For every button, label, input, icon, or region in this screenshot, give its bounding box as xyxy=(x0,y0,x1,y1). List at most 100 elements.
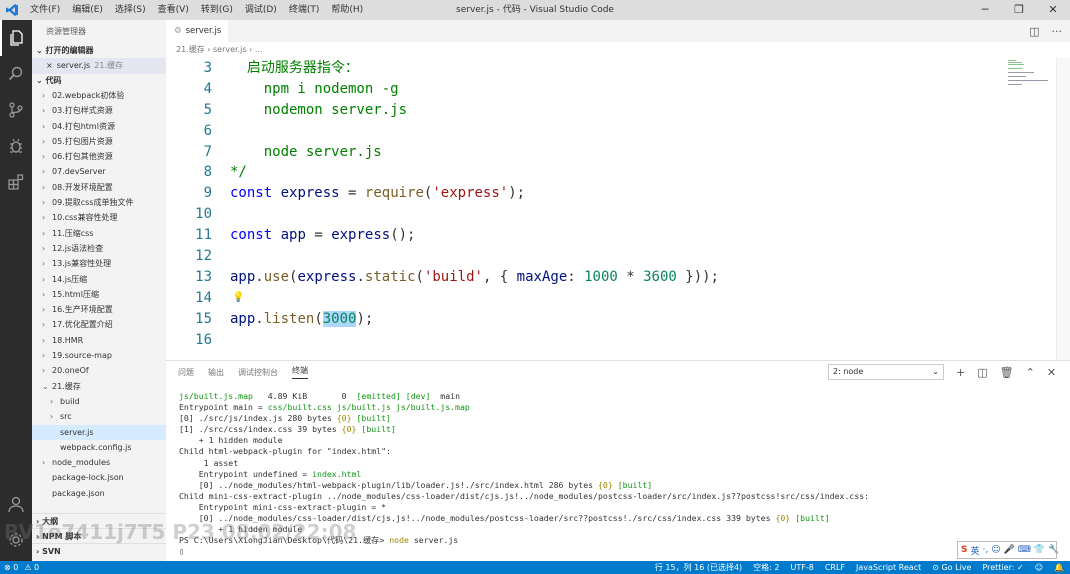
more-actions-icon[interactable]: ··· xyxy=(1052,25,1063,38)
ime-logo-icon[interactable]: S xyxy=(961,545,967,555)
ime-skin-icon[interactable]: 👕 xyxy=(1034,545,1045,555)
code-line[interactable]: 11 const app = express(); xyxy=(166,225,1006,246)
ime-tools-icon[interactable]: 🔧 xyxy=(1048,545,1059,555)
close-window-button[interactable]: ✕ xyxy=(1036,0,1070,20)
cursor-position[interactable]: 行 15，列 16 (已选择4) xyxy=(655,561,742,574)
tree-item[interactable]: › 02.webpack初体验 xyxy=(32,88,166,103)
restore-button[interactable]: ❐ xyxy=(1002,0,1036,20)
tree-item[interactable]: › 18.HMR xyxy=(32,333,166,348)
menu-terminal[interactable]: 终端(T) xyxy=(283,0,326,20)
go-live-button[interactable]: ⊙ Go Live xyxy=(932,561,971,574)
tree-item[interactable]: › 15.html压缩 xyxy=(32,287,166,302)
code-line[interactable]: 4 npm i nodemon -g xyxy=(166,79,1006,100)
tree-item[interactable]: server.js xyxy=(32,424,166,440)
code-line[interactable]: 6 xyxy=(166,121,1006,142)
tree-item[interactable]: › 11.压缩css xyxy=(32,226,166,241)
code-line[interactable]: 8 */ xyxy=(166,162,1006,183)
notifications-icon[interactable]: 🔔 xyxy=(1054,561,1064,574)
tree-item[interactable]: › 10.css兼容性处理 xyxy=(32,210,166,225)
code-editor[interactable]: 3 启动服务器指令： 4 npm i nodemon -g 5 nodemon se… xyxy=(166,58,1006,360)
tree-item[interactable]: › node_modules xyxy=(32,455,166,470)
ime-language-toggle[interactable]: 英 xyxy=(970,544,979,557)
menu-debug[interactable]: 调试(D) xyxy=(239,0,283,20)
debug-icon[interactable] xyxy=(0,128,32,164)
ime-emoji-icon[interactable]: ☺ xyxy=(991,545,1000,555)
source-control-icon[interactable] xyxy=(0,92,32,128)
npm-scripts-section[interactable]: › NPM 脚本 xyxy=(32,528,166,543)
tree-item[interactable]: › 04.打包html资源 xyxy=(32,119,166,134)
kill-terminal-icon[interactable]: 🗑 xyxy=(1000,366,1014,379)
tab-output[interactable]: 输出 xyxy=(208,367,224,378)
language-mode[interactable]: JavaScript React xyxy=(856,561,921,574)
encoding[interactable]: UTF-8 xyxy=(791,561,814,574)
ime-keyboard-icon[interactable]: ⌨ xyxy=(1018,545,1031,555)
code-line[interactable]: 15 app.listen(3000); xyxy=(166,309,1006,330)
tree-item[interactable]: package-lock.json xyxy=(32,470,166,485)
svn-section[interactable]: › SVN xyxy=(32,543,166,558)
account-icon[interactable] xyxy=(0,486,32,522)
split-terminal-icon[interactable]: ◫ xyxy=(977,366,987,379)
code-line[interactable]: 9 const express = require('express'); xyxy=(166,183,1006,204)
menu-edit[interactable]: 编辑(E) xyxy=(66,0,109,20)
tree-item[interactable]: › 08.开发环境配置 xyxy=(32,180,166,195)
tree-item[interactable]: › 09.提取css成单独文件 xyxy=(32,195,166,210)
code-line[interactable]: 13 app.use(express.static('build', { maxA… xyxy=(166,267,1006,288)
editor-scrollbar[interactable] xyxy=(1056,58,1070,360)
tree-item[interactable]: › build xyxy=(32,394,166,409)
close-panel-icon[interactable]: ✕ xyxy=(1047,366,1056,379)
prettier-status[interactable]: Prettier: ✓ xyxy=(982,561,1023,574)
code-line[interactable]: 10 xyxy=(166,204,1006,225)
search-icon[interactable] xyxy=(0,56,32,92)
tree-item[interactable]: › 20.oneOf xyxy=(32,363,166,378)
code-line[interactable]: 7 node server.js xyxy=(166,142,1006,163)
menu-selection[interactable]: 选择(S) xyxy=(109,0,152,20)
minimize-button[interactable]: ─ xyxy=(968,0,1002,20)
extensions-icon[interactable] xyxy=(0,164,32,200)
code-line[interactable]: 5 nodemon server.js xyxy=(166,100,1006,121)
files-icon[interactable] xyxy=(0,20,32,56)
tab-server-js[interactable]: ⚙ server.js xyxy=(166,20,228,42)
tree-item[interactable]: ⌄ 21.缓存 xyxy=(32,379,166,394)
gear-icon[interactable] xyxy=(0,522,32,558)
split-editor-icon[interactable]: ◫ xyxy=(1029,25,1039,38)
tree-item[interactable]: › 19.source-map xyxy=(32,348,166,363)
new-terminal-icon[interactable]: + xyxy=(956,366,965,379)
warnings-indicator[interactable]: ⚠ 0 xyxy=(24,561,39,574)
outline-section[interactable]: › 大纲 xyxy=(32,513,166,528)
tree-item[interactable]: › 07.devServer xyxy=(32,164,166,179)
code-line[interactable]: 16 xyxy=(166,330,1006,351)
tree-item[interactable]: › 12.js语法检查 xyxy=(32,241,166,256)
code-line[interactable]: 14 💡 xyxy=(166,288,1006,309)
menu-help[interactable]: 帮助(H) xyxy=(325,0,369,20)
tree-item[interactable]: › 14.js压缩 xyxy=(32,272,166,287)
close-editor-icon[interactable]: × xyxy=(46,58,53,74)
code-line[interactable]: 3 启动服务器指令： xyxy=(166,58,1006,79)
menu-file[interactable]: 文件(F) xyxy=(24,0,66,20)
minimap[interactable] xyxy=(1006,58,1056,88)
terminal-select[interactable]: 2: node ⌄ xyxy=(828,364,944,380)
feedback-icon[interactable]: ☺ xyxy=(1035,561,1043,574)
tree-item[interactable]: › 17.优化配置介绍 xyxy=(32,317,166,332)
lightbulb-icon[interactable]: 💡 xyxy=(232,288,244,309)
folder-section[interactable]: ⌄ 代码 xyxy=(32,74,166,88)
breadcrumb[interactable]: 21.缓存 › server.js › ... xyxy=(166,42,1070,58)
tree-item[interactable]: › 13.js兼容性处理 xyxy=(32,256,166,271)
tree-item[interactable]: › 16.生产环境配置 xyxy=(32,302,166,317)
ime-voice-icon[interactable]: 🎤 xyxy=(1004,545,1015,555)
tree-item[interactable]: › 05.打包图片资源 xyxy=(32,134,166,149)
maximize-panel-icon[interactable]: ⌃ xyxy=(1026,366,1035,379)
ime-punctuation-toggle[interactable]: ·, xyxy=(983,545,989,555)
code-line[interactable]: 12 xyxy=(166,246,1006,267)
tab-problems[interactable]: 问题 xyxy=(178,367,194,378)
open-editors-section[interactable]: ⌄ 打开的编辑器 xyxy=(32,44,166,58)
errors-indicator[interactable]: ⊗ 0 xyxy=(4,561,18,574)
tab-terminal[interactable]: 终端 xyxy=(292,365,308,379)
tree-item[interactable]: › src xyxy=(32,409,166,424)
tree-item[interactable]: › 06.打包其他资源 xyxy=(32,149,166,164)
open-editor-item[interactable]: × server.js 21.缓存 xyxy=(32,58,166,74)
menu-go[interactable]: 转到(G) xyxy=(195,0,239,20)
line-ending[interactable]: CRLF xyxy=(825,561,845,574)
indentation[interactable]: 空格: 2 xyxy=(753,561,779,574)
tree-item[interactable]: › 03.打包样式资源 xyxy=(32,103,166,118)
tree-item[interactable]: webpack.config.js xyxy=(32,440,166,455)
